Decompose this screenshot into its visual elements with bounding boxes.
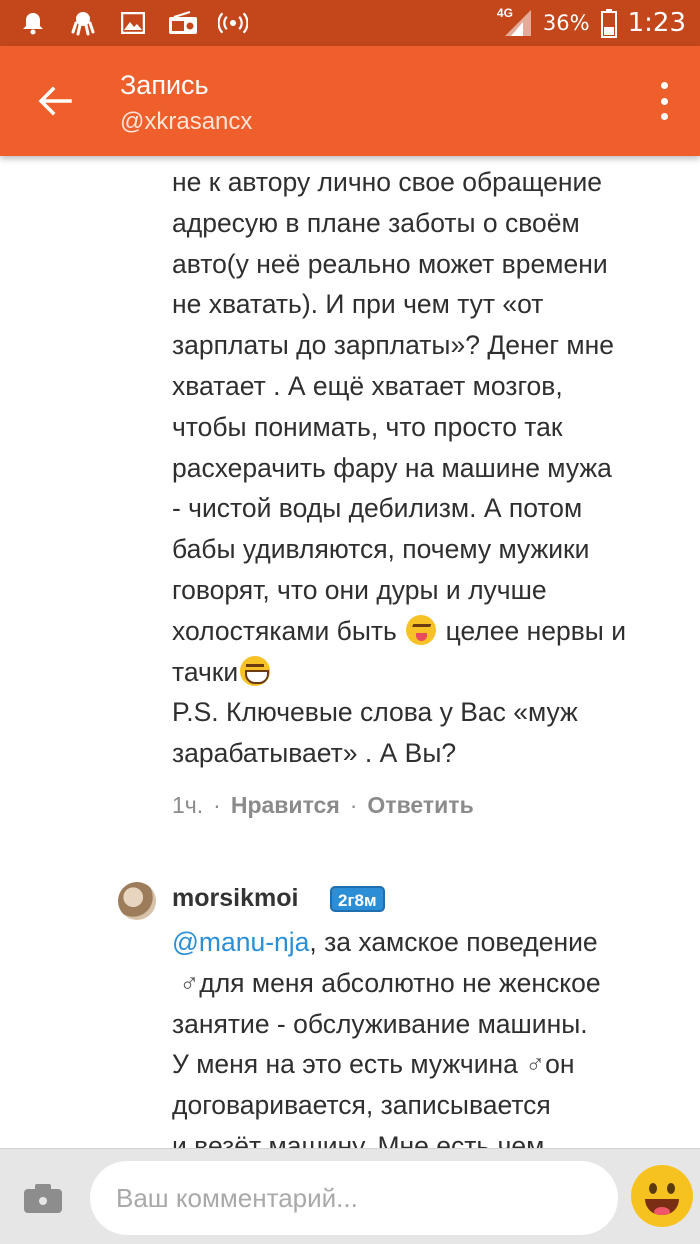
image-icon xyxy=(118,8,148,38)
comment-body: не к автору лично свое обращение адресую… xyxy=(172,162,682,774)
signal-icon: 4G xyxy=(496,6,533,38)
comment-line: расхерачить фару на машине мужа xyxy=(172,452,612,483)
comment-line: и везёт машину. Мне есть чем xyxy=(172,1130,545,1150)
grinning-emoji-icon xyxy=(240,655,271,686)
reply-button[interactable]: Ответить xyxy=(367,792,473,819)
comment-line: чтобы понимать, что просто так xyxy=(172,411,563,442)
male-sign-icon: ♂ xyxy=(525,1049,546,1080)
comment-input[interactable] xyxy=(90,1161,618,1235)
username[interactable]: morsikmoi xyxy=(172,884,298,913)
comment-line: тачки xyxy=(172,652,682,693)
comment-line: ♂для меня абсолютно не женское xyxy=(172,963,682,1004)
comment-line: @manu-nja, за хамское поведение xyxy=(172,922,682,963)
more-dot xyxy=(660,113,668,120)
comment-line: не хватать). И при чем тут «от xyxy=(172,289,544,320)
comment-line: авто(у неё реально может времени xyxy=(172,248,608,279)
account-age-badge: 2г8м xyxy=(330,886,385,912)
comment-line: не к автору лично свое обращение xyxy=(172,167,603,197)
comment-line: P.S. Ключевые слова у Вас «муж xyxy=(172,697,578,728)
hotspot-icon xyxy=(218,8,248,38)
avatar[interactable] xyxy=(118,882,156,920)
radio-icon xyxy=(168,8,198,38)
more-dot xyxy=(660,97,668,105)
back-button[interactable] xyxy=(30,76,80,126)
bell-icon xyxy=(18,8,48,38)
clock: 1:23 xyxy=(627,8,686,38)
emoji-picker-button[interactable] xyxy=(631,1165,693,1227)
comment-time: 1ч. xyxy=(172,792,204,818)
camera-icon-lens xyxy=(36,1194,50,1208)
battery-icon xyxy=(600,8,618,38)
comment-compose-bar xyxy=(0,1148,700,1244)
comment-line: хватает . А ещё хватает мозгов, xyxy=(172,370,563,401)
separator: · xyxy=(349,792,358,818)
comment-fragment: тачки xyxy=(172,656,239,687)
comment-fragment: У меня на это есть мужчина xyxy=(172,1049,526,1080)
like-button[interactable]: Нравится xyxy=(231,792,340,819)
network-type: 4G xyxy=(496,6,513,20)
more-options-button[interactable] xyxy=(654,78,674,124)
comment-line: У меня на это есть мужчина ♂он xyxy=(172,1044,682,1085)
comment-fragment: он xyxy=(545,1049,575,1080)
more-dot xyxy=(660,82,668,89)
mention-link[interactable]: @manu-nja xyxy=(172,927,309,957)
comment-actions: 1ч. · Нравится · Ответить xyxy=(172,792,474,819)
octopus-icon xyxy=(68,8,98,38)
comment-line: холостяками быть целее нервы и xyxy=(172,611,682,652)
status-bar: 4G 36% 1:23 xyxy=(0,0,700,46)
separator: · xyxy=(213,792,221,818)
male-sign-icon: ♂ xyxy=(179,967,200,998)
battery-percent: 36% xyxy=(542,11,590,35)
arrow-left-icon xyxy=(38,86,72,116)
notification-icons xyxy=(18,8,248,38)
comment-line: бабы удивляются, почему мужики xyxy=(172,534,590,565)
emoji-eye xyxy=(649,1183,657,1194)
author-handle[interactable]: @xkrasancx xyxy=(120,108,252,136)
comment-line: адресую в плане заботы о своём xyxy=(172,207,580,238)
comment-line: говорят, что они дуры и лучше xyxy=(172,574,547,605)
comment-fragment: , за хамское поведение xyxy=(309,927,598,957)
comment-fragment: для меня абсолютно не женское xyxy=(199,967,601,998)
comment-line: зарабатывает» . А Вы? xyxy=(172,738,457,769)
page-title: Запись xyxy=(120,70,209,100)
comment-line: занятие - обслуживание машины. xyxy=(172,1008,588,1039)
comment-line: договаривается, записывается xyxy=(172,1090,551,1121)
squinting-tongue-emoji-icon xyxy=(406,614,437,645)
status-indicators: 4G 36% 1:23 xyxy=(497,6,686,40)
smiley-icon xyxy=(645,1199,679,1215)
comment-line: - чистой воды дебилизм. А потом xyxy=(172,493,583,524)
emoji-eye xyxy=(667,1183,675,1194)
app-bar: Запись @xkrasancx xyxy=(0,46,700,156)
comment-body: @manu-nja, за хамское поведение ♂для мен… xyxy=(172,922,682,1150)
comment-fragment: холостяками быть xyxy=(172,615,397,646)
comment-line: зарплаты до зарплаты»? Денег мне xyxy=(172,330,614,361)
camera-button[interactable] xyxy=(24,1183,62,1213)
comment-fragment: целее нервы и xyxy=(445,615,627,646)
comments-feed[interactable]: не к автору лично свое обращение адресую… xyxy=(0,156,700,1150)
